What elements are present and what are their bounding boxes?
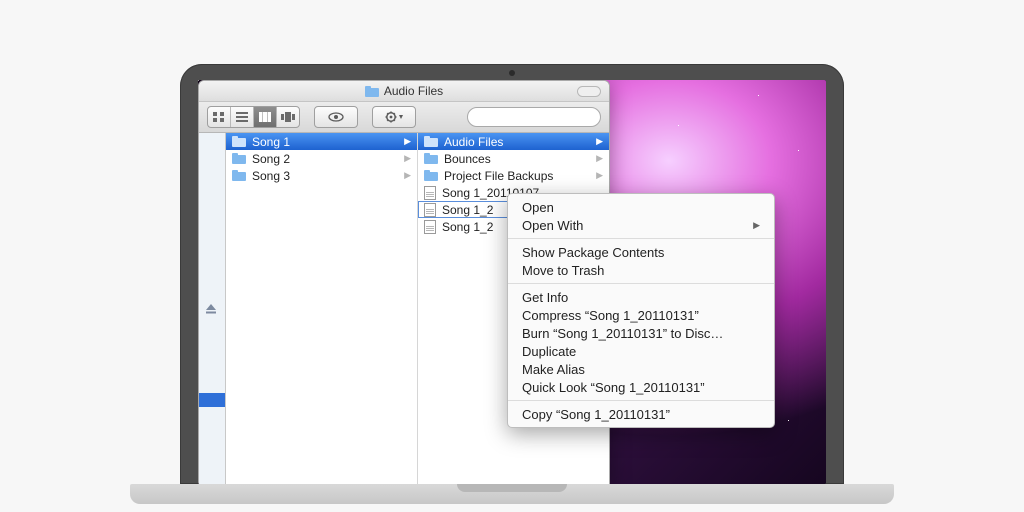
chevron-right-icon: ▶ [596, 153, 605, 164]
list-item-label: Project File Backups [444, 169, 590, 183]
context-menu-item[interactable]: Show Package Contents [508, 243, 774, 261]
quicklook-button[interactable] [314, 106, 358, 128]
context-menu-item-label: Open With [522, 218, 583, 233]
context-menu-item[interactable]: Copy “Song 1_20110131” [508, 405, 774, 423]
context-menu-item-label: Get Info [522, 290, 568, 305]
finder-toolbar [199, 102, 609, 133]
list-item-label: Song 2 [252, 152, 398, 166]
folder-icon [232, 170, 246, 181]
eject-icon[interactable] [205, 303, 217, 315]
context-menu-item[interactable]: Quick Look “Song 1_20110131” [508, 378, 774, 396]
action-menu-button[interactable] [372, 106, 416, 128]
context-menu-item-label: Copy “Song 1_20110131” [522, 407, 670, 422]
view-list-button[interactable] [231, 107, 254, 127]
list-item-label: Audio Files [444, 135, 590, 149]
laptop-camera [509, 70, 515, 76]
document-icon [424, 220, 436, 234]
finder-column[interactable]: Song 1 ▶ Song 2 ▶ Song 3 ▶ [226, 133, 418, 484]
window-title: Audio Files [365, 84, 443, 98]
context-menu-item-label: Duplicate [522, 344, 576, 359]
list-item[interactable]: Song 3 ▶ [226, 167, 417, 184]
chevron-right-icon: ▶ [596, 136, 605, 147]
context-menu-item-label: Show Package Contents [522, 245, 664, 260]
context-menu-item[interactable]: Make Alias [508, 360, 774, 378]
context-menu-item[interactable]: Open [508, 198, 774, 216]
finder-titlebar[interactable]: Audio Files [199, 81, 609, 102]
finder-sidebar[interactable] [199, 133, 226, 484]
list-item-label: Song 3 [252, 169, 398, 183]
context-menu: Open Open With ▶ Show Package Contents Move … [507, 193, 775, 428]
chevron-right-icon: ▶ [753, 220, 760, 231]
folder-icon [232, 136, 246, 147]
toolbar-pill-button[interactable] [577, 86, 601, 97]
chevron-right-icon: ▶ [404, 136, 413, 147]
context-menu-item-label: Make Alias [522, 362, 585, 377]
folder-icon [424, 136, 438, 147]
list-item[interactable]: Bounces ▶ [418, 150, 609, 167]
list-item[interactable]: Song 2 ▶ [226, 150, 417, 167]
gear-icon [384, 111, 404, 123]
document-icon [424, 186, 436, 200]
search-field[interactable] [467, 107, 601, 127]
folder-icon [424, 153, 438, 164]
view-columns-button[interactable] [254, 107, 277, 127]
window-title-text: Audio Files [384, 84, 443, 98]
view-icon-button[interactable] [208, 107, 231, 127]
context-menu-item-label: Compress “Song 1_20110131” [522, 308, 699, 323]
laptop-mockup: Audio Files [180, 64, 844, 484]
context-menu-item-label: Burn “Song 1_20110131” to Disc… [522, 326, 723, 341]
context-menu-item[interactable]: Duplicate [508, 342, 774, 360]
laptop-base [130, 484, 894, 504]
view-mode-segmented [207, 106, 300, 128]
laptop-bezel: Audio Files [180, 64, 844, 484]
list-item[interactable]: Audio Files ▶ [418, 133, 609, 150]
chevron-right-icon: ▶ [404, 170, 413, 181]
context-menu-item[interactable]: Get Info [508, 288, 774, 306]
context-menu-item-label: Open [522, 200, 554, 215]
chevron-right-icon: ▶ [596, 170, 605, 181]
eye-icon [328, 112, 344, 122]
context-menu-item-label: Quick Look “Song 1_20110131” [522, 380, 705, 395]
context-menu-item[interactable]: Burn “Song 1_20110131” to Disc… [508, 324, 774, 342]
document-icon [424, 203, 436, 217]
list-item-label: Bounces [444, 152, 590, 166]
folder-icon [365, 86, 379, 97]
context-menu-item[interactable]: Open With ▶ [508, 216, 774, 234]
sidebar-selection [199, 393, 225, 407]
list-item[interactable]: Song 1 ▶ [226, 133, 417, 150]
context-menu-item-label: Move to Trash [522, 263, 604, 278]
folder-icon [424, 170, 438, 181]
folder-icon [232, 153, 246, 164]
chevron-right-icon: ▶ [404, 153, 413, 164]
list-item-label: Song 1 [252, 135, 398, 149]
list-item[interactable]: Project File Backups ▶ [418, 167, 609, 184]
view-coverflow-button[interactable] [277, 107, 299, 127]
search-input[interactable] [478, 111, 601, 123]
context-menu-item[interactable]: Move to Trash [508, 261, 774, 279]
context-menu-item[interactable]: Compress “Song 1_20110131” [508, 306, 774, 324]
laptop-screen: Audio Files [198, 80, 826, 484]
